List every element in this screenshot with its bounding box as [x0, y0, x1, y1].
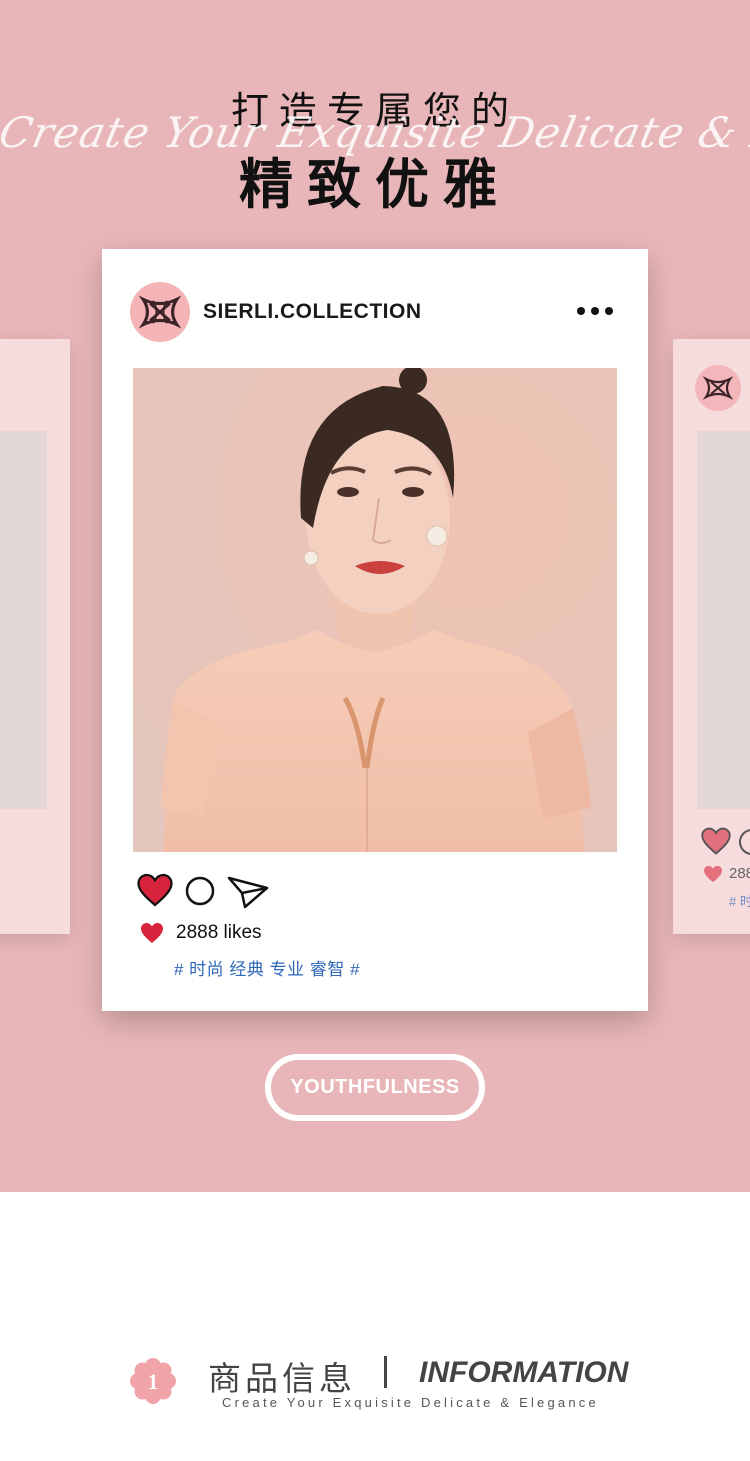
brand-logo-icon — [695, 365, 741, 411]
ghost-tags: # 时 — [729, 894, 750, 909]
comment-icon — [739, 829, 750, 855]
section-title-en: INFORMATION — [419, 1356, 629, 1389]
post-hashtags[interactable]: # 时尚 经典 专业 睿智 # — [174, 955, 360, 980]
heart-icon — [704, 865, 722, 883]
ghost-post-card-right: 2888 # 时 — [673, 339, 750, 934]
section-subtitle: Create Your Exquisite Delicate & Eleganc… — [222, 1395, 599, 1410]
youthfulness-button[interactable]: YOUTHFULNESS — [265, 1054, 485, 1121]
flower-number-badge: 1 — [130, 1358, 176, 1404]
likes-count: 2888 likes — [176, 922, 262, 943]
heart-icon — [701, 827, 731, 855]
ghost-photo-placeholder — [697, 431, 750, 809]
brand-logo-icon — [139, 295, 181, 329]
heart-icon — [141, 923, 163, 943]
comment-icon[interactable] — [185, 876, 215, 906]
post-photo[interactable] — [133, 368, 617, 852]
share-icon[interactable] — [227, 875, 269, 909]
ghost-likes-count: 2888 — [729, 865, 750, 882]
post-username[interactable]: SIERLI.COLLECTION — [203, 300, 422, 324]
section-title-cn: 商品信息 — [208, 1359, 356, 1398]
ghost-post-card-left — [0, 339, 70, 934]
social-post-card: SIERLI.COLLECTION 2888 likes # 时尚 经典 专业 … — [102, 249, 648, 1011]
ghost-photo-placeholder — [0, 431, 47, 809]
more-options-icon[interactable] — [576, 301, 614, 321]
section-number: 1 — [148, 1369, 159, 1394]
headline-line-2: 精致优雅 — [239, 153, 511, 216]
hero-banner: 打造专属您的 Create Your Exquisite Delicate & … — [0, 0, 750, 1192]
section-divider — [384, 1356, 387, 1388]
avatar[interactable] — [130, 282, 190, 342]
heart-icon[interactable] — [137, 873, 173, 907]
